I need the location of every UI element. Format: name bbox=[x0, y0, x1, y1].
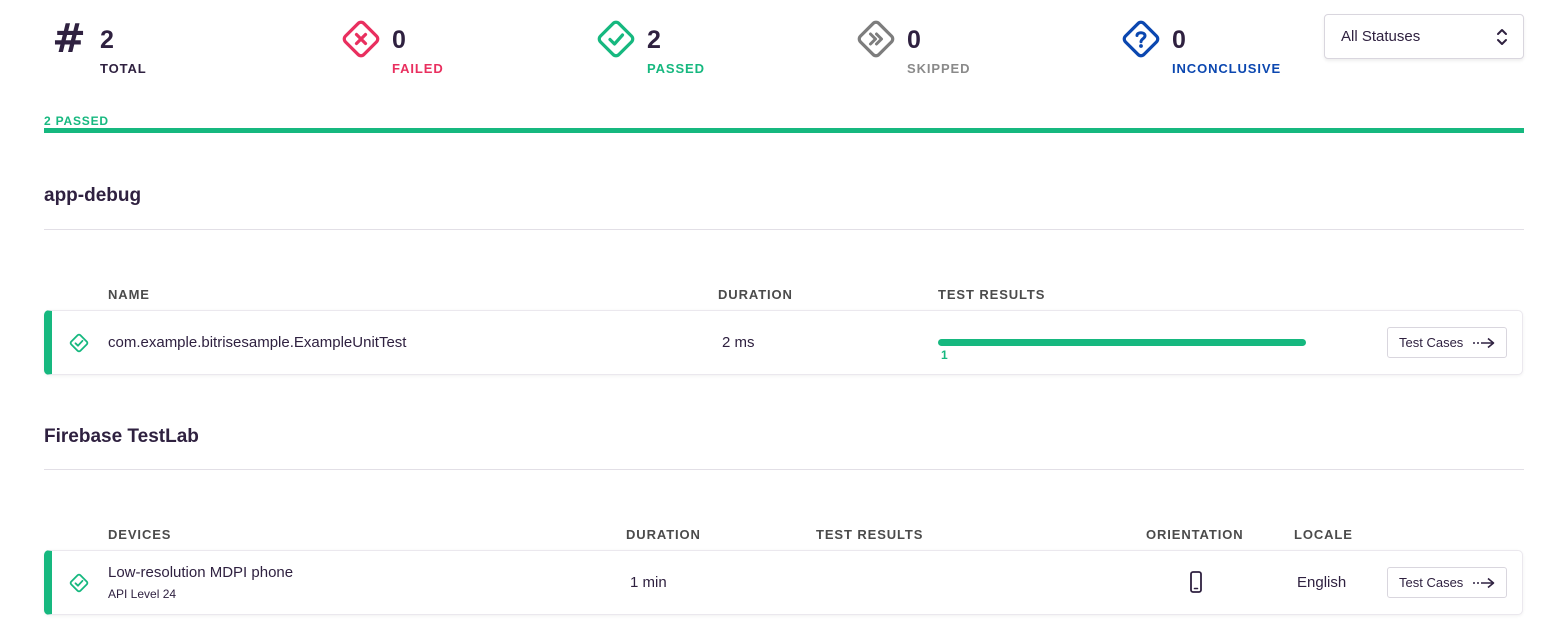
total-label: TOTAL bbox=[100, 61, 147, 76]
section-title-firebase-testlab: Firebase TestLab bbox=[44, 426, 199, 447]
device-locale: English bbox=[1297, 574, 1347, 591]
device-row[interactable]: Low-resolution MDPI phone API Level 24 1… bbox=[44, 550, 1523, 615]
status-filter-value: All Statuses bbox=[1341, 28, 1421, 45]
failed-count: 0 bbox=[392, 26, 406, 54]
passed-check-icon bbox=[597, 20, 635, 58]
skipped-forward-icon bbox=[857, 20, 895, 58]
column-duration: DURATION bbox=[718, 287, 793, 302]
failed-x-icon bbox=[342, 20, 380, 58]
status-filter-select[interactable]: All Statuses bbox=[1324, 14, 1524, 59]
inconclusive-question-icon bbox=[1122, 20, 1160, 58]
failed-label: FAILED bbox=[392, 61, 444, 76]
section-divider bbox=[44, 469, 1524, 470]
column-duration: DURATION bbox=[626, 527, 701, 542]
column-test-results: TEST RESULTS bbox=[938, 287, 1046, 302]
test-results-bar bbox=[938, 339, 1306, 346]
skipped-count: 0 bbox=[907, 26, 921, 54]
chevron-up-down-icon bbox=[1497, 29, 1507, 45]
total-count: 2 bbox=[100, 26, 114, 54]
skipped-label: SKIPPED bbox=[907, 61, 971, 76]
test-cases-button-label: Test Cases bbox=[1399, 335, 1464, 350]
section-title-app-debug: app-debug bbox=[44, 185, 142, 206]
device-name: Low-resolution MDPI phone bbox=[108, 564, 294, 581]
passed-label: PASSED bbox=[647, 61, 705, 76]
device-duration: 1 min bbox=[630, 574, 667, 591]
section-divider bbox=[44, 229, 1524, 230]
device-api-level: API Level 24 bbox=[108, 587, 177, 601]
passed-count: 2 bbox=[647, 26, 661, 54]
column-orientation: ORIENTATION bbox=[1146, 527, 1244, 542]
hash-icon: # bbox=[52, 16, 86, 62]
test-suite-name: com.example.bitrisesample.ExampleUnitTes… bbox=[108, 334, 407, 351]
test-suite-duration: 2 ms bbox=[722, 334, 755, 351]
test-results-passed-count: 1 bbox=[941, 348, 948, 362]
passed-check-icon bbox=[69, 573, 89, 593]
passed-check-icon bbox=[69, 333, 89, 353]
test-cases-button[interactable]: Test Cases bbox=[1387, 327, 1507, 358]
overall-progress-fill bbox=[44, 128, 1524, 133]
column-name: NAME bbox=[108, 287, 150, 302]
arrow-right-icon bbox=[1473, 577, 1495, 589]
column-test-results: TEST RESULTS bbox=[816, 527, 924, 542]
column-locale: LOCALE bbox=[1294, 527, 1353, 542]
inconclusive-label: INCONCLUSIVE bbox=[1172, 61, 1282, 76]
overall-passed-label: 2 PASSED bbox=[44, 114, 109, 128]
test-suite-row[interactable]: com.example.bitrisesample.ExampleUnitTes… bbox=[44, 310, 1523, 375]
inconclusive-count: 0 bbox=[1172, 26, 1186, 54]
overall-progress-bar bbox=[44, 128, 1524, 133]
portrait-phone-icon bbox=[1190, 571, 1202, 593]
arrow-right-icon bbox=[1473, 337, 1495, 349]
column-devices: DEVICES bbox=[108, 527, 172, 542]
test-cases-button-label: Test Cases bbox=[1399, 575, 1464, 590]
test-cases-button[interactable]: Test Cases bbox=[1387, 567, 1507, 598]
